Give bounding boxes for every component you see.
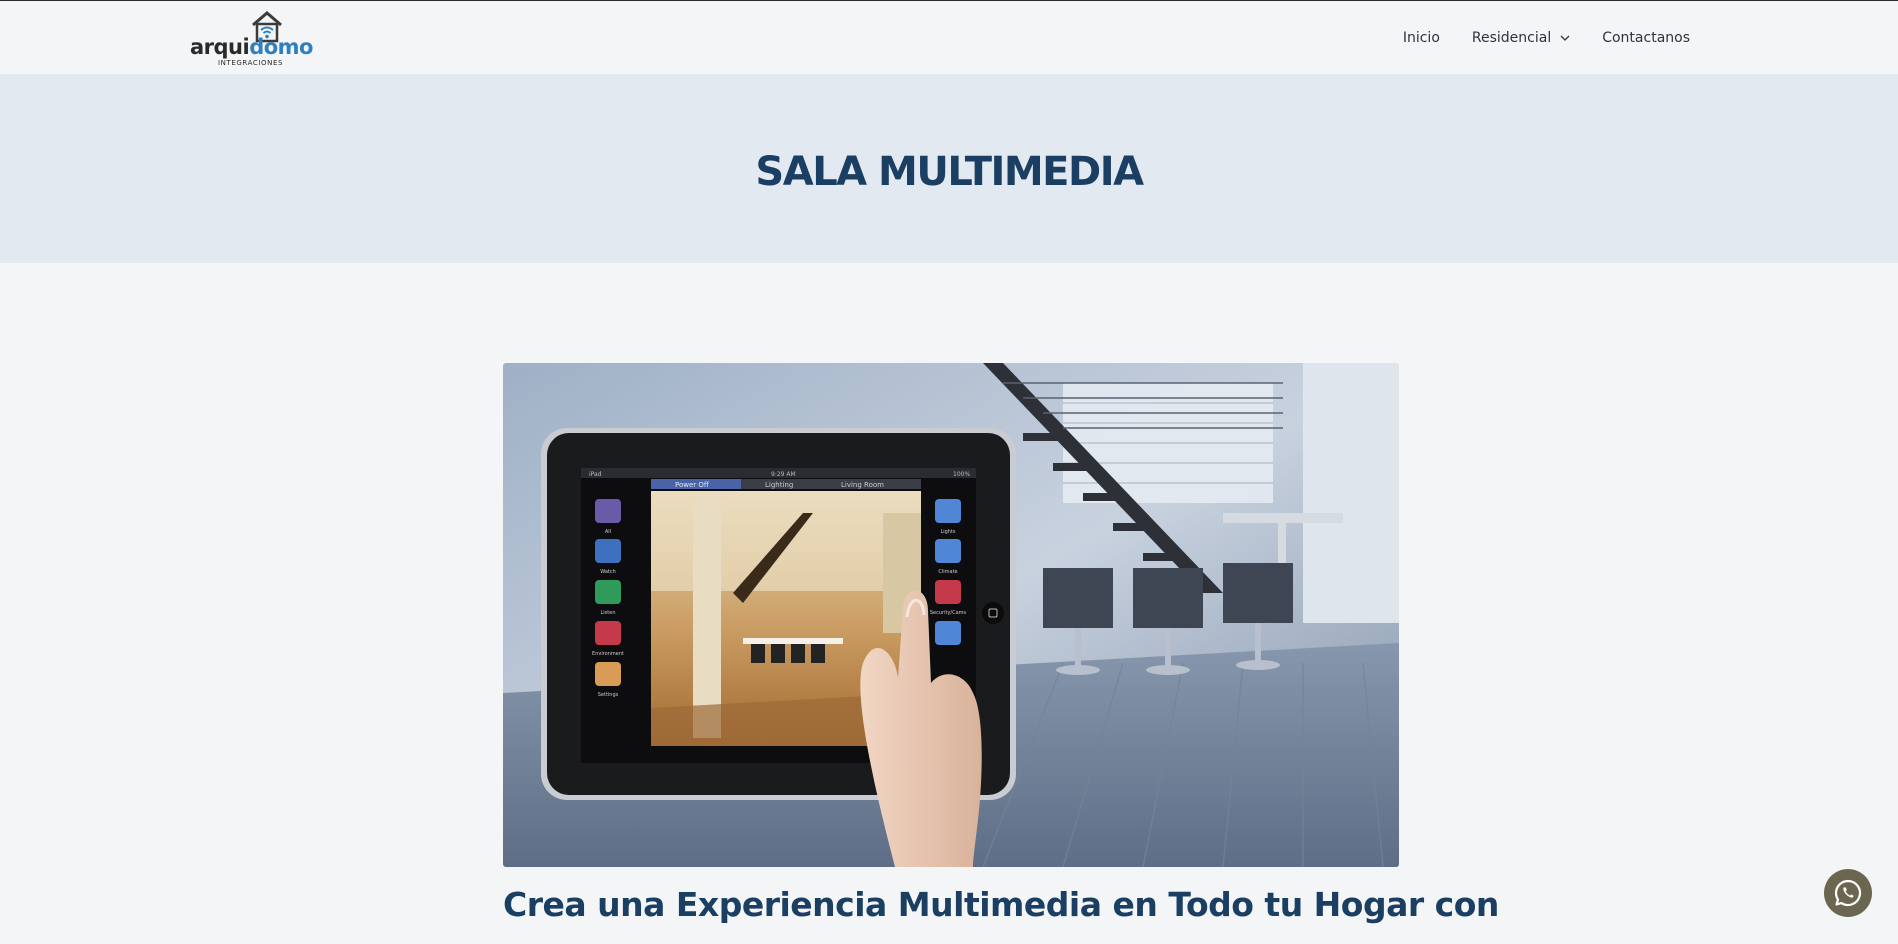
logo-tagline: INTEGRACIONES [218,59,284,67]
logo-wordmark-part1: arqui [190,35,250,59]
svg-text:Security/Cams: Security/Cams [930,610,967,616]
svg-text:Living Room: Living Room [841,481,884,489]
svg-text:Lighting: Lighting [765,481,793,489]
site-logo[interactable]: arquidomo INTEGRACIONES [190,9,313,69]
main-nav: Inicio Residencial Contactanos [1403,30,1690,46]
svg-text:Power Off: Power Off [675,481,709,489]
logo-wordmark-part2: domo [249,35,313,59]
logo-wordmark: arquidomo [190,37,313,58]
svg-text:9:29 AM: 9:29 AM [771,471,796,478]
whatsapp-button[interactable] [1824,869,1872,917]
svg-text:Climate: Climate [938,569,957,575]
nav-item-inicio[interactable]: Inicio [1403,30,1440,46]
svg-text:Environment: Environment [592,651,624,657]
svg-text:iPad: iPad [589,471,602,478]
nav-item-label: Residencial [1471,30,1552,46]
nav-item-residencial[interactable]: Residencial [1472,30,1570,46]
nav-item-contactanos[interactable]: Contactanos [1602,30,1690,46]
svg-text:100%: 100% [953,471,970,478]
nav-item-label: Inicio [1402,30,1440,46]
svg-text:Listen: Listen [601,610,616,616]
site-header: arquidomo INTEGRACIONES Inicio Residenci… [0,1,1898,74]
article-title: Crea una Experiencia Multimedia en Todo … [503,885,1499,924]
svg-text:Settings: Settings [598,692,619,698]
smart-home-tablet-illustration: iPad 9:29 AM 100% Power Off Lighting Liv… [503,363,1399,867]
svg-text:All: All [605,529,611,535]
featured-image: iPad 9:29 AM 100% Power Off Lighting Liv… [503,363,1399,867]
chevron-down-icon [1560,35,1570,41]
nav-item-label: Contactanos [1602,30,1690,46]
whatsapp-icon [1834,879,1862,907]
svg-text:Watch: Watch [600,569,616,575]
page-hero: SALA MULTIMEDIA [0,74,1898,263]
page-title: SALA MULTIMEDIA [755,149,1144,195]
svg-text:Lights: Lights [940,529,955,535]
